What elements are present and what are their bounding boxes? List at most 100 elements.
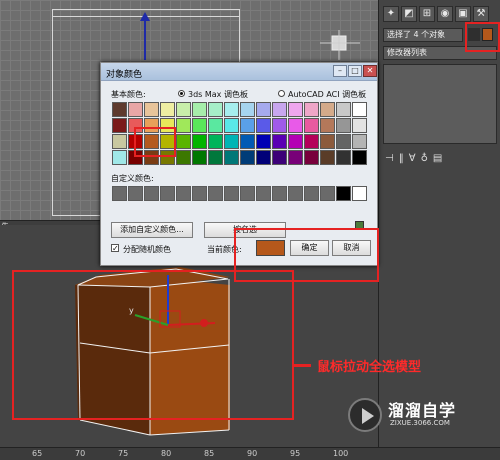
palette-swatch[interactable]: [256, 134, 271, 149]
maximize-icon[interactable]: □: [348, 65, 362, 77]
display-icon[interactable]: ▣: [455, 6, 471, 22]
custom-swatch[interactable]: [176, 186, 191, 201]
palette-swatch[interactable]: [352, 150, 367, 165]
palette-swatch[interactable]: [176, 134, 191, 149]
palette-swatch[interactable]: [176, 118, 191, 133]
palette-swatch[interactable]: [304, 102, 319, 117]
palette-swatch[interactable]: [272, 134, 287, 149]
palette-swatch[interactable]: [112, 150, 127, 165]
custom-swatch[interactable]: [144, 186, 159, 201]
palette-swatch[interactable]: [192, 118, 207, 133]
palette-swatch[interactable]: [288, 150, 303, 165]
palette-swatch[interactable]: [224, 118, 239, 133]
palette-swatch[interactable]: [224, 102, 239, 117]
timeline-ruler[interactable]: 65 70 75 80 85 90 95 100: [0, 447, 500, 460]
palette-swatch[interactable]: [320, 134, 335, 149]
palette-swatch[interactable]: [272, 118, 287, 133]
add-custom-color-button[interactable]: 添加自定义颜色...: [111, 222, 193, 238]
play-logo-icon: [348, 398, 382, 432]
palette-swatch[interactable]: [192, 150, 207, 165]
palette-swatch[interactable]: [288, 118, 303, 133]
palette-swatch[interactable]: [272, 102, 287, 117]
palette-swatch[interactable]: [304, 118, 319, 133]
palette-swatch[interactable]: [240, 150, 255, 165]
palette-swatch[interactable]: [320, 150, 335, 165]
custom-swatch[interactable]: [336, 186, 351, 201]
custom-swatch[interactable]: [352, 186, 367, 201]
show-end-result-icon[interactable]: ‖: [399, 153, 404, 164]
random-color-checkbox[interactable]: ✓: [111, 244, 119, 253]
utilities-icon[interactable]: ⚒: [473, 6, 489, 22]
palette-swatch[interactable]: [256, 102, 271, 117]
palette-swatch[interactable]: [352, 102, 367, 117]
palette-swatch[interactable]: [112, 102, 127, 117]
close-icon[interactable]: ✕: [363, 65, 377, 77]
palette-swatch[interactable]: [352, 134, 367, 149]
palette-swatch[interactable]: [224, 150, 239, 165]
palette-swatch[interactable]: [112, 134, 127, 149]
palette-swatch[interactable]: [224, 134, 239, 149]
configure-sets-icon[interactable]: ▤: [433, 153, 442, 164]
palette-swatch[interactable]: [320, 102, 335, 117]
remove-modifier-icon[interactable]: ♁: [421, 153, 428, 164]
radio-autocad-label[interactable]: AutoCAD ACI 调色板: [288, 89, 366, 100]
create-icon[interactable]: ✦: [383, 6, 399, 22]
selection-name-field[interactable]: 选择了 4 个对象: [383, 28, 463, 42]
palette-swatch[interactable]: [208, 134, 223, 149]
custom-swatch[interactable]: [256, 186, 271, 201]
palette-swatch[interactable]: [336, 102, 351, 117]
custom-swatch[interactable]: [128, 186, 143, 201]
radio-3dsmax-label[interactable]: 3ds Max 调色板: [188, 89, 248, 100]
radio-autocad[interactable]: [278, 90, 285, 97]
custom-swatch[interactable]: [192, 186, 207, 201]
palette-swatch[interactable]: [208, 118, 223, 133]
palette-swatch[interactable]: [256, 150, 271, 165]
palette-swatch[interactable]: [240, 118, 255, 133]
palette-swatch[interactable]: [192, 102, 207, 117]
palette-swatch[interactable]: [304, 134, 319, 149]
modify-icon[interactable]: ◩: [401, 6, 417, 22]
palette-swatch[interactable]: [288, 102, 303, 117]
palette-swatch[interactable]: [208, 150, 223, 165]
hierarchy-icon[interactable]: ⊞: [419, 6, 435, 22]
custom-swatch[interactable]: [160, 186, 175, 201]
palette-swatch[interactable]: [304, 150, 319, 165]
palette-swatch[interactable]: [144, 102, 159, 117]
dialog-title-bar[interactable]: 对象颜色 – □ ✕: [101, 63, 377, 81]
palette-swatch[interactable]: [256, 118, 271, 133]
make-unique-icon[interactable]: ∀: [409, 153, 416, 164]
palette-swatch[interactable]: [208, 102, 223, 117]
pin-stack-icon[interactable]: ⊣: [385, 153, 394, 164]
palette-swatch[interactable]: [176, 102, 191, 117]
y-axis-line: [144, 18, 146, 60]
radio-3dsmax[interactable]: [178, 90, 185, 97]
minimize-icon[interactable]: –: [333, 65, 347, 77]
custom-swatch[interactable]: [288, 186, 303, 201]
palette-swatch[interactable]: [160, 102, 175, 117]
palette-swatch[interactable]: [112, 118, 127, 133]
palette-swatch[interactable]: [240, 102, 255, 117]
view-cube-icon[interactable]: [320, 30, 360, 60]
custom-swatch[interactable]: [208, 186, 223, 201]
palette-swatch[interactable]: [192, 134, 207, 149]
palette-swatch[interactable]: [288, 134, 303, 149]
custom-swatch[interactable]: [240, 186, 255, 201]
modifier-stack[interactable]: [383, 64, 497, 144]
palette-swatch[interactable]: [336, 150, 351, 165]
motion-icon[interactable]: ◉: [437, 6, 453, 22]
palette-swatch[interactable]: [336, 118, 351, 133]
palette-swatch[interactable]: [240, 134, 255, 149]
palette-swatch[interactable]: [352, 118, 367, 133]
custom-swatch[interactable]: [112, 186, 127, 201]
dialog-title: 对象颜色: [106, 70, 143, 80]
custom-swatch[interactable]: [272, 186, 287, 201]
palette-swatch[interactable]: [336, 134, 351, 149]
custom-swatch[interactable]: [304, 186, 319, 201]
palette-swatch[interactable]: [320, 118, 335, 133]
custom-color-palette[interactable]: [112, 186, 367, 201]
palette-swatch[interactable]: [176, 150, 191, 165]
custom-swatch[interactable]: [320, 186, 335, 201]
palette-swatch[interactable]: [272, 150, 287, 165]
custom-swatch[interactable]: [224, 186, 239, 201]
palette-swatch[interactable]: [128, 102, 143, 117]
